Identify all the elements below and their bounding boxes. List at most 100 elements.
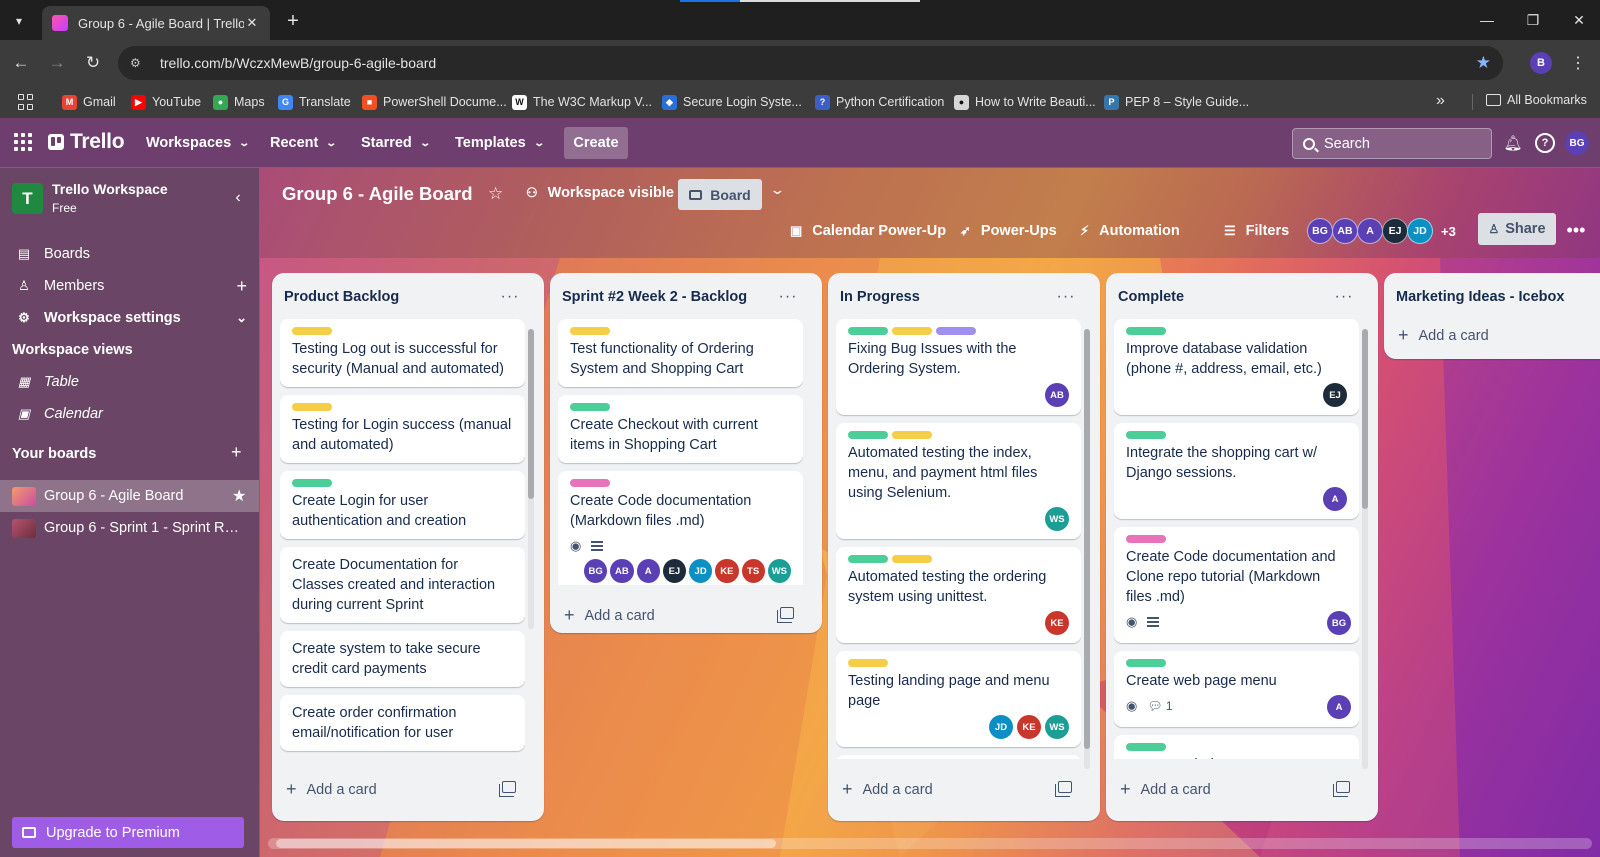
all-bookmarks-button[interactable]: All Bookmarks: [1486, 93, 1587, 107]
member-avatar[interactable]: A: [636, 559, 660, 583]
card[interactable]: Create Checkout with current items in Sh…: [558, 395, 803, 463]
label-green[interactable]: [848, 431, 888, 439]
create-from-template-icon[interactable]: [1333, 781, 1350, 797]
card[interactable]: Create Ordering system: [1114, 735, 1359, 759]
star-icon[interactable]: ★: [232, 486, 246, 506]
label-green[interactable]: [292, 479, 332, 487]
member-avatar[interactable]: AB: [610, 559, 634, 583]
label-yellow[interactable]: [292, 327, 332, 335]
add-card-button[interactable]: + Add a card: [1118, 779, 1211, 800]
bookmark-item[interactable]: ■ PowerShell Docume...: [362, 93, 507, 111]
list-title[interactable]: Complete: [1118, 289, 1184, 305]
nav-recent[interactable]: Recent ⌄: [270, 131, 337, 155]
restore-window-icon[interactable]: ❐: [1510, 0, 1556, 40]
back-arrow-icon[interactable]: ←: [8, 50, 34, 76]
more-members-count[interactable]: +3: [1441, 224, 1456, 239]
add-member-plus-icon[interactable]: +: [236, 276, 247, 297]
bookmark-item[interactable]: ? Python Certification: [815, 93, 944, 111]
address-bar[interactable]: ⚙ trello.com/b/WczxMewB/group-6-agile-bo…: [118, 46, 1503, 80]
automation-button[interactable]: ⚡︎ Automation: [1080, 219, 1180, 243]
sidebar-item-members[interactable]: ♙ Members +: [0, 270, 259, 302]
add-card-button[interactable]: + Add a card: [284, 779, 377, 800]
search-input[interactable]: Search: [1292, 128, 1492, 159]
bookmark-item[interactable]: ▶ YouTube: [131, 93, 201, 111]
card[interactable]: Testing landing page and menu page JD KE WS: [836, 651, 1081, 747]
bookmark-item[interactable]: P PEP 8 – Style Guide...: [1104, 93, 1249, 111]
list-title[interactable]: Sprint #2 Week 2 - Backlog: [562, 289, 747, 305]
visibility-button[interactable]: ⚇ Workspace visible: [526, 185, 674, 201]
member-avatar[interactable]: KE: [715, 559, 739, 583]
minimize-window-icon[interactable]: —: [1464, 0, 1510, 40]
member-avatar[interactable]: A: [1327, 695, 1351, 719]
list-scrollbar[interactable]: [1084, 329, 1090, 769]
close-tab-icon[interactable]: ✕: [244, 15, 260, 31]
add-card-button[interactable]: + Add a card: [562, 605, 655, 626]
apps-grid-icon[interactable]: [18, 94, 34, 110]
card[interactable]: Improve database validation (phone #, ad…: [1114, 319, 1359, 415]
list-scrollbar[interactable]: [1362, 329, 1368, 769]
sidebar-item-table[interactable]: ▦ Table: [0, 366, 259, 398]
member-avatar[interactable]: EJ: [1382, 218, 1408, 244]
member-avatar[interactable]: KE: [1045, 611, 1069, 635]
bookmark-item[interactable]: ● How to Write Beauti...: [954, 93, 1096, 111]
sidebar-item-workspace-settings[interactable]: ⚙ Workspace settings ⌄: [0, 302, 259, 334]
member-avatar[interactable]: WS: [1045, 507, 1069, 531]
label-purple[interactable]: [936, 327, 976, 335]
label-yellow[interactable]: [892, 327, 932, 335]
bookmark-item[interactable]: ● Maps: [213, 93, 265, 111]
label-pink[interactable]: [1126, 535, 1166, 543]
browser-menu-icon[interactable]: ⋮: [1568, 52, 1588, 74]
create-from-template-icon[interactable]: [1055, 781, 1072, 797]
member-avatar[interactable]: BG: [1307, 218, 1333, 244]
label-green[interactable]: [570, 403, 610, 411]
board-title[interactable]: Group 6 - Agile Board: [282, 183, 473, 205]
nav-starred[interactable]: Starred ⌄: [361, 131, 431, 155]
card[interactable]: Create system to take secure credit card…: [280, 631, 525, 687]
star-board-icon[interactable]: ☆: [488, 184, 503, 204]
browser-tab[interactable]: Group 6 - Agile Board | Trello ✕: [42, 6, 270, 40]
scrollbar-thumb[interactable]: [528, 329, 534, 499]
member-avatar[interactable]: AB: [1332, 218, 1358, 244]
label-yellow[interactable]: [848, 659, 888, 667]
list-title[interactable]: In Progress: [840, 289, 920, 305]
profile-avatar[interactable]: B: [1530, 52, 1552, 74]
create-from-template-icon[interactable]: [499, 781, 516, 797]
nav-templates[interactable]: Templates ⌄: [455, 131, 545, 155]
label-yellow[interactable]: [892, 431, 932, 439]
member-avatar[interactable]: BG: [584, 559, 608, 583]
list-menu-dots-icon[interactable]: ···: [1052, 285, 1080, 309]
card[interactable]: Create Login for user authentication and…: [280, 471, 525, 539]
add-card-button[interactable]: + Add a card: [840, 779, 933, 800]
member-avatar[interactable]: EJ: [662, 559, 686, 583]
nav-workspaces[interactable]: Workspaces ⌄: [146, 131, 250, 155]
notifications-bell-icon[interactable]: 🔔︎: [1503, 133, 1523, 153]
label-yellow[interactable]: [892, 555, 932, 563]
label-green[interactable]: [1126, 431, 1166, 439]
member-avatar[interactable]: JD: [989, 715, 1013, 739]
site-info-icon[interactable]: ⚙: [130, 56, 150, 70]
card[interactable]: Integrate the shopping cart w/ Django se…: [1114, 423, 1359, 519]
list-title[interactable]: Marketing Ideas - Icebox: [1396, 289, 1564, 305]
card[interactable]: Testing for Login success (manual and au…: [280, 395, 525, 463]
horizontal-scrollbar[interactable]: [268, 838, 1592, 849]
board-menu-icon[interactable]: •••: [1562, 216, 1590, 244]
card[interactable]: Automated testing the index, menu, and p…: [836, 423, 1081, 539]
label-green[interactable]: [1126, 327, 1166, 335]
member-avatar[interactable]: EJ: [1323, 383, 1347, 407]
member-avatar[interactable]: WS: [767, 559, 791, 583]
sidebar-board-agile[interactable]: Group 6 - Agile Board ★: [0, 480, 259, 512]
member-avatar[interactable]: A: [1323, 487, 1347, 511]
bookmark-star-icon[interactable]: ★: [1476, 53, 1491, 73]
member-avatar[interactable]: TS: [741, 559, 765, 583]
label-green[interactable]: [848, 555, 888, 563]
card[interactable]: Create Code documentation and Clone repo…: [1114, 527, 1359, 643]
sidebar-board-retro[interactable]: Group 6 - Sprint 1 - Sprint Retr...: [0, 512, 259, 544]
sidebar-item-boards[interactable]: ▤ Boards: [0, 238, 259, 270]
bookmark-item[interactable]: M Gmail: [62, 93, 116, 111]
label-green[interactable]: [1126, 659, 1166, 667]
board-members[interactable]: BG AB A EJ JD +3: [1307, 216, 1456, 246]
more-bookmarks-chevron-icon[interactable]: »: [1436, 92, 1445, 110]
url-text[interactable]: trello.com/b/WczxMewB/group-6-agile-boar…: [160, 55, 1476, 71]
label-yellow[interactable]: [570, 327, 610, 335]
member-avatar[interactable]: A: [1357, 218, 1383, 244]
